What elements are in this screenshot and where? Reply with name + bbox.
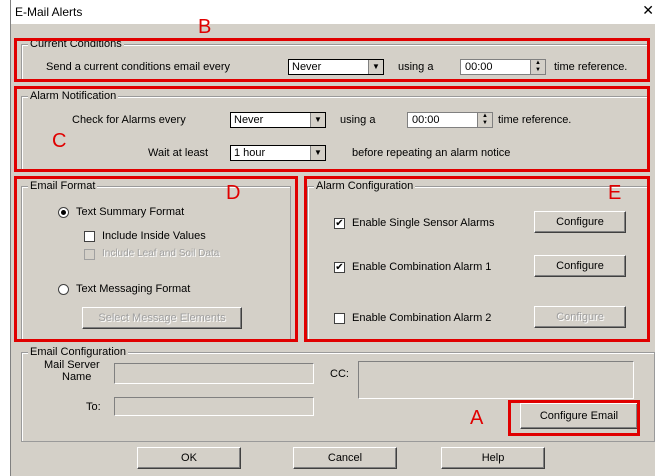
title-bar: E-Mail Alerts ✕	[11, 0, 655, 25]
annotation-label-b: B	[198, 16, 212, 38]
annotation-box-c	[14, 86, 650, 172]
email-configuration-legend: Email Configuration	[28, 345, 128, 359]
close-icon[interactable]: ✕	[642, 2, 654, 19]
cancel-button[interactable]: Cancel	[293, 447, 397, 469]
annotation-label-e: E	[608, 182, 622, 204]
to-field[interactable]	[114, 397, 314, 416]
mail-server-field[interactable]	[114, 363, 314, 384]
annotation-box-d	[14, 176, 298, 342]
help-button[interactable]: Help	[441, 447, 545, 469]
mail-server-label-line2: Name	[62, 371, 92, 383]
annotation-label-d: D	[226, 182, 241, 204]
cc-field[interactable]	[358, 361, 634, 399]
annotation-label-a: A	[470, 407, 484, 429]
cc-label: CC:	[330, 368, 349, 380]
ok-button[interactable]: OK	[137, 447, 241, 469]
annotation-box-a	[508, 400, 640, 436]
annotation-box-e	[304, 176, 650, 342]
annotation-box-b	[14, 38, 650, 82]
window-title: E-Mail Alerts	[15, 5, 83, 19]
annotation-label-c: C	[52, 130, 67, 152]
mail-server-label-line1: Mail Server	[44, 359, 100, 371]
to-label: To:	[86, 401, 101, 413]
